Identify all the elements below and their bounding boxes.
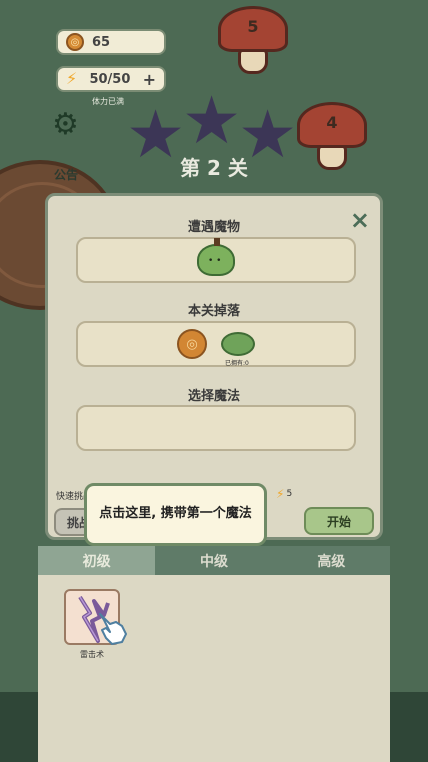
map-node-number: 5 [247, 17, 259, 36]
game-scene: 5 4 ◎ 65 ⚡ 50/50 + 体力已满 ⚙ 公告 ★ ★ ★ 第 2 关… [0, 0, 428, 762]
lightning-icon: ⚡ [276, 487, 285, 501]
level-title: 第 2 关 [180, 156, 248, 180]
tab-advanced[interactable]: 高级 [272, 546, 390, 575]
spell-name: 雷击术 [80, 650, 104, 659]
spell-panel: 初级 中级 高级 雷击术 [38, 546, 390, 762]
map-node-mushroom[interactable]: 5 [218, 6, 288, 74]
coin-counter: ◎ 65 [56, 29, 166, 55]
monster-icon [197, 238, 235, 276]
spell-tabs: 初级 中级 高级 [38, 546, 390, 575]
drop-owned-count: 已拥有:0 [225, 360, 249, 367]
coin-icon: ◎ [177, 329, 207, 359]
drops-title: 本关掉落 [187, 304, 240, 319]
coin-amount: 65 [92, 34, 111, 50]
encounter-title: 遭遇魔物 [187, 220, 240, 235]
lightning-icon: ⚡ [66, 69, 78, 88]
magic-title: 选择魔法 [187, 389, 240, 404]
tab-intermediate[interactable]: 中级 [155, 546, 273, 575]
gear-icon[interactable]: ⚙ [52, 110, 79, 140]
coin-icon: ◎ [66, 33, 84, 51]
tutorial-tooltip: 点击这里, 携带第一个魔法 [84, 483, 267, 546]
star-icon: ★ [182, 82, 242, 159]
drops-slot: ◎ 已拥有:0 [76, 321, 356, 367]
herb-icon: 已拥有:0 [221, 332, 255, 367]
stamina-status: 体力已满 [92, 97, 124, 106]
add-stamina-button[interactable]: + [143, 70, 156, 89]
energy-cost-value: 5 [286, 489, 293, 499]
map-node-number: 4 [326, 113, 338, 132]
stamina-amount: 50/50 [89, 71, 131, 87]
tab-basic[interactable]: 初级 [38, 546, 156, 575]
encounter-slot [76, 237, 356, 283]
magic-slot[interactable] [76, 405, 356, 451]
pointing-hand-icon [99, 613, 127, 645]
energy-cost: ⚡ 5 [276, 488, 292, 500]
start-button[interactable]: 开始 [304, 507, 374, 535]
